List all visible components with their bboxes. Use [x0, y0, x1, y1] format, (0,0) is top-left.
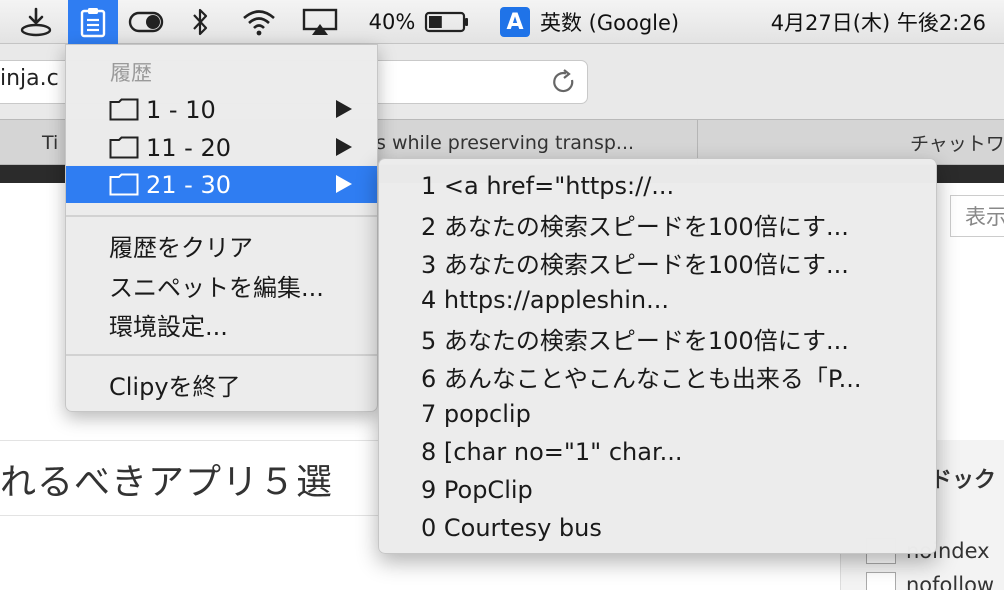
menu-separator: [66, 354, 377, 356]
clipy-menu: 履歴 1 - 10 11 - 20 21 - 30 履歴をクリア スニペットを編…: [65, 44, 378, 412]
menu-item-label: 履歴をクリア: [109, 234, 253, 262]
display-button[interactable]: 表示: [950, 195, 1004, 237]
history-item-5[interactable]: 5 あなたの検索スピードを100倍にす...: [379, 319, 936, 357]
input-method-label[interactable]: 英数 (Google): [540, 0, 680, 44]
download-icon[interactable]: [14, 0, 58, 44]
reload-icon[interactable]: [550, 68, 578, 96]
input-method-icon[interactable]: A: [498, 0, 532, 44]
clipboard-icon[interactable]: [68, 0, 118, 44]
checkbox-box[interactable]: [866, 572, 896, 590]
toggle-icon[interactable]: [126, 0, 166, 44]
tab-1[interactable]: Ti: [0, 120, 66, 165]
clear-history-item[interactable]: 履歴をクリア: [66, 227, 377, 264]
wifi-icon[interactable]: [238, 0, 280, 44]
folder-label: 1 - 10: [146, 95, 216, 124]
battery-icon[interactable]: [422, 0, 472, 44]
folder-icon: [109, 136, 139, 159]
history-item-6[interactable]: 6 あんなことやこんなことも出来る「P...: [379, 357, 936, 395]
menu-item-label: Clipyを終了: [109, 373, 241, 401]
history-item-1[interactable]: 1 <a href="https://...: [379, 167, 936, 205]
folder-label: 11 - 20: [146, 133, 231, 162]
submenu-arrow-icon: [336, 100, 352, 118]
history-folder-21-30[interactable]: 21 - 30: [66, 166, 377, 203]
submenu-arrow-icon: [336, 175, 352, 193]
menu-separator: [66, 215, 377, 217]
menu-item-label: 環境設定...: [109, 313, 228, 341]
folder-icon: [109, 173, 139, 196]
history-item-9[interactable]: 9 PopClip: [379, 471, 936, 509]
preferences-item[interactable]: 環境設定...: [66, 306, 377, 343]
submenu-arrow-icon: [336, 138, 352, 156]
address-bar-text: inja.c: [0, 66, 59, 91]
checkbox-label: nofollow: [906, 573, 995, 590]
history-folder-1-10[interactable]: 1 - 10: [66, 91, 377, 128]
history-submenu: 1 <a href="https://... 2 あなたの検索スピードを100倍…: [378, 158, 937, 554]
article-title[interactable]: れるべきアプリ５選: [0, 453, 333, 505]
history-folder-11-20[interactable]: 11 - 20: [66, 129, 377, 166]
quit-clipy-item[interactable]: Clipyを終了: [66, 366, 377, 403]
checkbox-nofollow[interactable]: nofollow: [866, 570, 994, 590]
history-item-3[interactable]: 3 あなたの検索スピードを100倍にす...: [379, 243, 936, 281]
edit-snippets-item[interactable]: スニペットを編集...: [66, 267, 377, 304]
bluetooth-icon[interactable]: [186, 0, 214, 44]
sidebar-heading: ドック: [930, 468, 997, 493]
battery-percent: 40%: [368, 10, 416, 34]
airplay-icon[interactable]: [298, 0, 342, 44]
history-item-8[interactable]: 8 [char no="1" char...: [379, 433, 936, 471]
history-item-2[interactable]: 2 あなたの検索スピードを100倍にす...: [379, 205, 936, 243]
history-item-7[interactable]: 7 popclip: [379, 395, 936, 433]
history-header: 履歴: [110, 61, 152, 85]
menubar-clock[interactable]: 4月27日(木) 午後2:26: [716, 0, 986, 44]
history-item-4[interactable]: 4 https://appleshin...: [379, 281, 936, 319]
folder-label: 21 - 30: [146, 170, 231, 199]
folder-icon: [109, 98, 139, 121]
menu-item-label: スニペットを編集...: [109, 274, 324, 302]
menu-bar: 40% A 英数 (Google) 4月27日(木) 午後2:26: [0, 0, 1004, 44]
history-item-0[interactable]: 0 Courtesy bus: [379, 509, 936, 547]
